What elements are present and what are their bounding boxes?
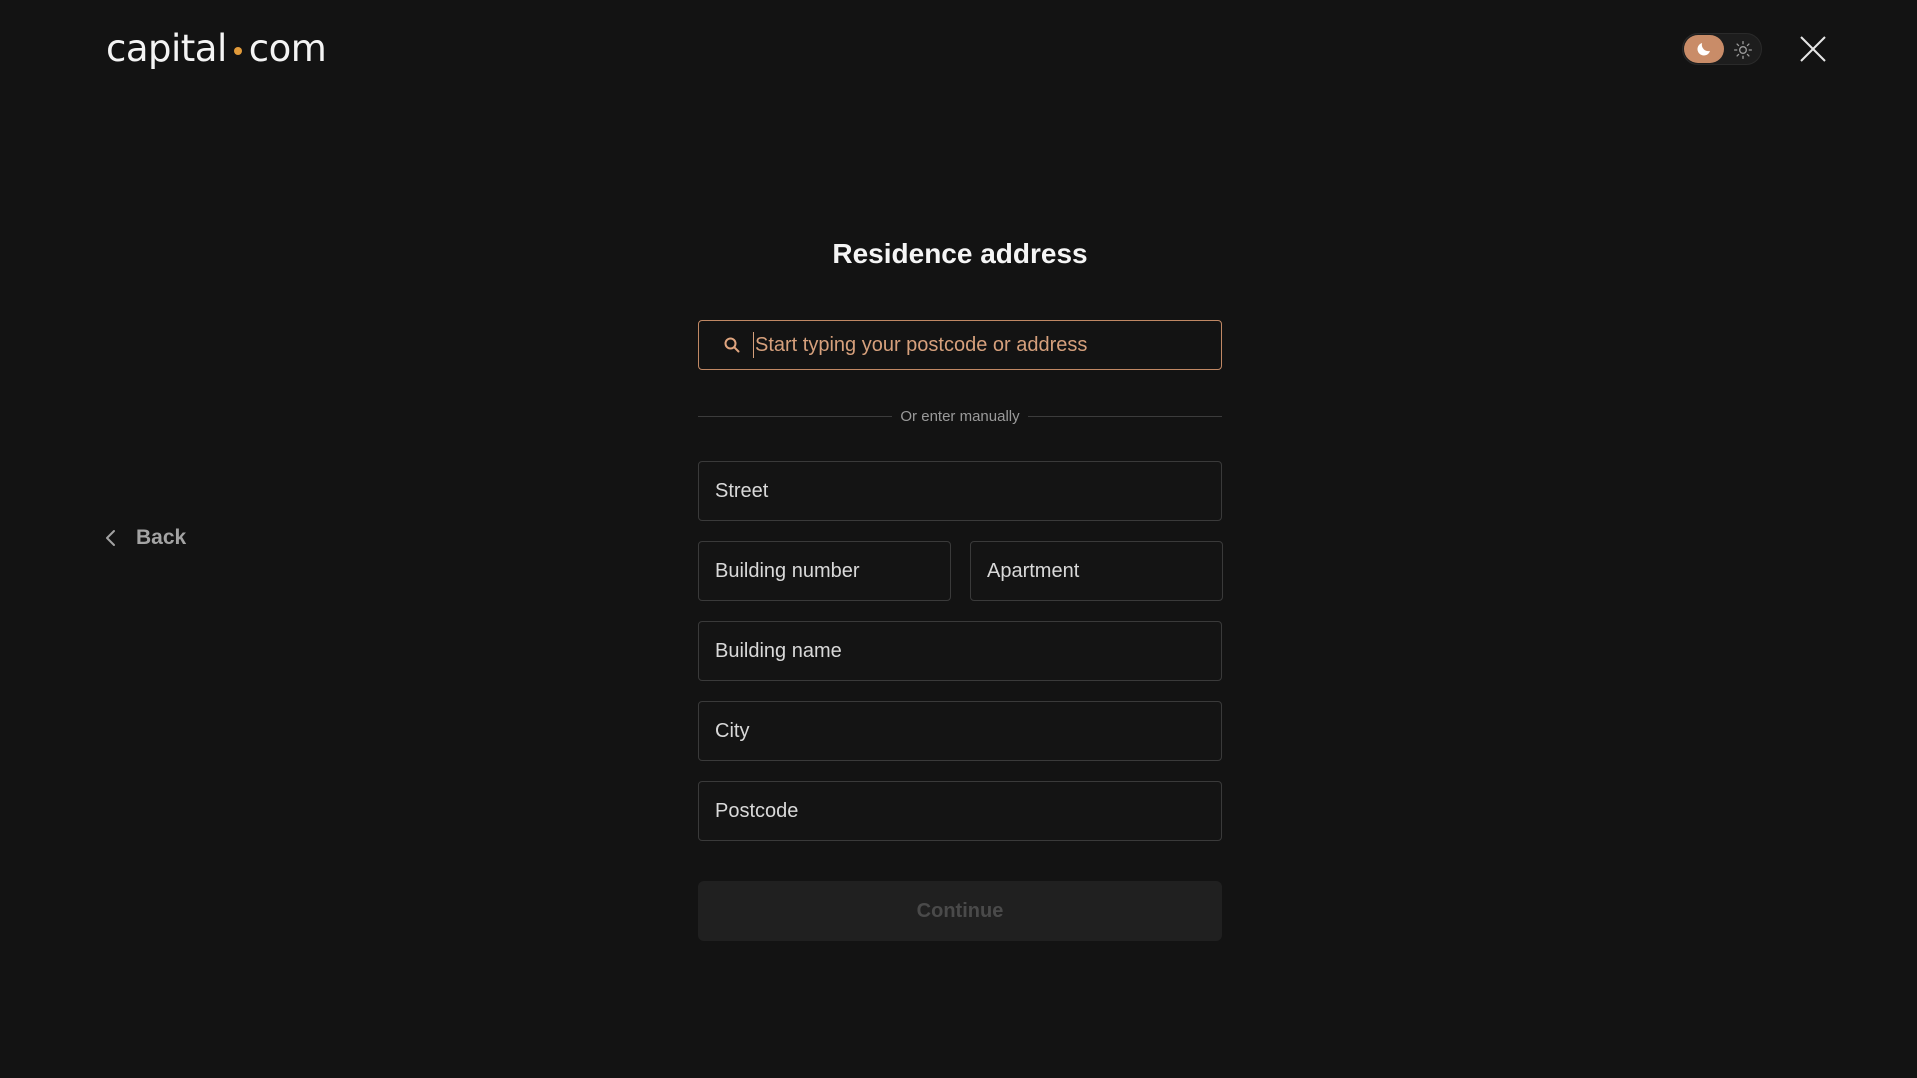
moon-icon xyxy=(1697,43,1710,56)
chevron-left-icon xyxy=(106,530,115,546)
logo-dot xyxy=(233,47,242,55)
search-icon xyxy=(723,336,741,354)
page-title: Residence address xyxy=(832,238,1088,269)
apartment-input[interactable] xyxy=(971,542,1222,600)
street-field[interactable] xyxy=(698,461,1222,521)
back-button[interactable]: Back xyxy=(104,526,186,550)
building-name-input[interactable] xyxy=(699,622,1221,680)
back-label: Back xyxy=(136,526,187,549)
postcode-input[interactable] xyxy=(699,782,1221,840)
city-input[interactable] xyxy=(699,702,1221,760)
logo-text-left: capital xyxy=(106,27,227,70)
divider-line-left xyxy=(698,415,893,417)
close-icon xyxy=(1800,36,1826,62)
building-number-field[interactable] xyxy=(698,541,951,601)
sun-icon xyxy=(1731,38,1755,62)
logo-text-right: com xyxy=(248,27,327,70)
page: capital com Back Residence address Start… xyxy=(0,0,1917,1078)
toggle-knob-dark xyxy=(1684,35,1724,63)
building-number-input[interactable] xyxy=(699,542,950,600)
theme-toggle[interactable] xyxy=(1682,33,1762,65)
address-search-input[interactable] xyxy=(753,332,1221,358)
divider-label: Or enter manually xyxy=(900,407,1020,425)
capital-com-logo[interactable]: capital com xyxy=(106,24,327,74)
postcode-field[interactable] xyxy=(698,781,1222,841)
street-input[interactable] xyxy=(699,462,1221,520)
divider-line-right xyxy=(1027,415,1222,417)
building-name-field[interactable] xyxy=(698,621,1222,681)
city-field[interactable] xyxy=(698,701,1222,761)
continue-button[interactable]: Continue xyxy=(698,881,1222,941)
address-search[interactable] xyxy=(698,320,1222,370)
manual-entry-divider: Or enter manually xyxy=(698,404,1222,428)
apartment-field[interactable] xyxy=(970,541,1223,601)
close-button[interactable] xyxy=(1798,34,1828,64)
